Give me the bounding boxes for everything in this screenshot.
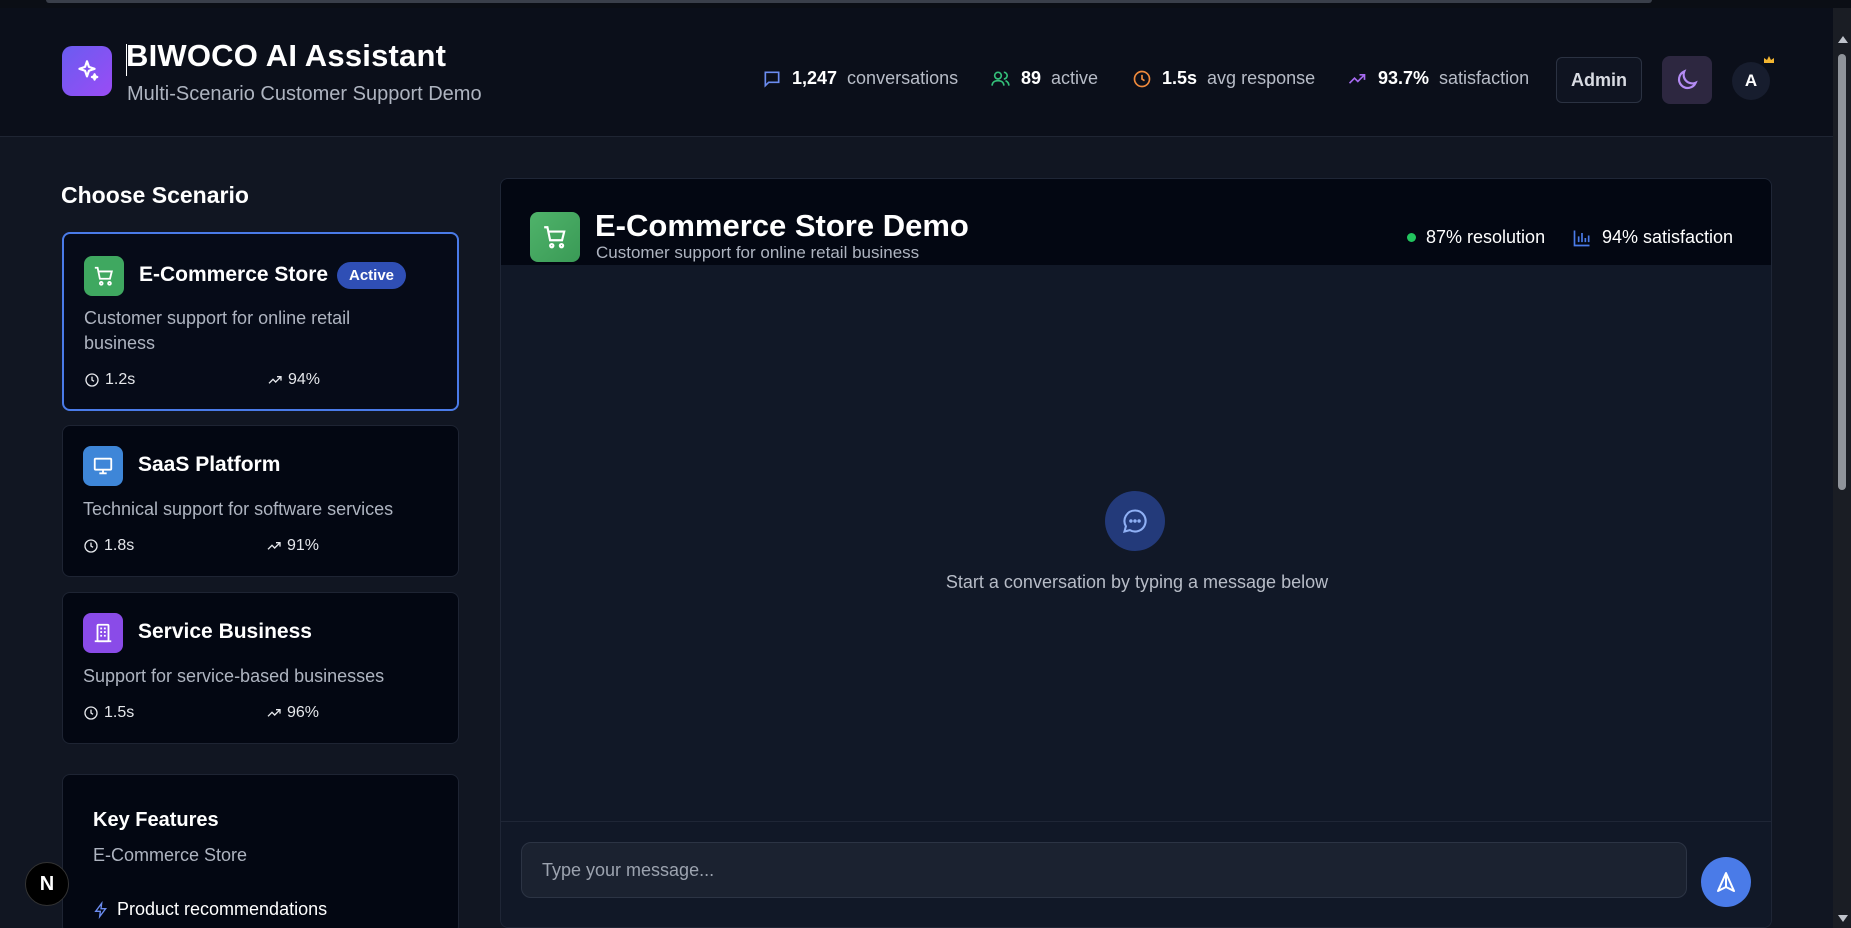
scenario-rate: 94% xyxy=(267,371,320,389)
clock-icon xyxy=(1133,70,1151,87)
scroll-up-arrow-icon[interactable] xyxy=(1838,36,1848,43)
message-icon xyxy=(764,71,780,88)
scroll-down-arrow-icon[interactable] xyxy=(1838,915,1848,922)
chat-subtitle: Customer support for online retail busin… xyxy=(596,243,920,262)
choose-scenario-title: Choose Scenario xyxy=(61,182,249,208)
scenario-time-value: 1.8s xyxy=(104,537,135,554)
nextjs-dev-badge[interactable]: N xyxy=(25,862,69,906)
scenario-description: Support for service-based businesses xyxy=(83,666,385,686)
send-icon xyxy=(1717,872,1735,892)
stat-value: 1.5s xyxy=(1162,68,1198,88)
stat-label: active xyxy=(1051,68,1099,88)
scenario-rate-value: 94% xyxy=(288,371,321,388)
chat-title: E-Commerce Store Demo xyxy=(595,208,969,243)
admin-button[interactable]: Admin xyxy=(1556,57,1642,103)
trending-up-icon xyxy=(267,709,281,717)
vertical-scrollbar[interactable] xyxy=(1833,8,1851,928)
satisfaction-stat: 94% satisfaction xyxy=(1572,227,1733,248)
stat-satisfaction: 93.7% satisfaction xyxy=(1346,68,1529,89)
scenario-time: 1.5s xyxy=(83,704,134,722)
clock-icon xyxy=(84,706,98,720)
scenario-description: Technical support for software services xyxy=(83,499,394,519)
scenario-time: 1.8s xyxy=(83,537,134,555)
users-icon xyxy=(991,71,1010,86)
bar-chart-icon xyxy=(1573,230,1590,246)
satisfaction-label: 94% satisfaction xyxy=(1602,227,1734,247)
resolution-stat: 87% resolution xyxy=(1407,227,1545,248)
key-features-subtitle: E-Commerce Store xyxy=(93,845,248,865)
stat-value: 89 xyxy=(1021,68,1042,88)
empty-state-text: Start a conversation by typing a message… xyxy=(945,572,1329,592)
browser-top-strip xyxy=(0,0,1851,8)
chat-bubble-icon xyxy=(1105,491,1165,551)
building-icon xyxy=(83,613,123,653)
trending-up-icon xyxy=(267,542,281,550)
clock-icon xyxy=(84,539,98,553)
feature-item-label: Product recommendations xyxy=(117,899,328,919)
scenario-name: E-Commerce Store xyxy=(139,263,329,286)
send-button[interactable] xyxy=(1701,857,1751,907)
crown-icon xyxy=(1764,56,1774,63)
monitor-icon xyxy=(83,446,123,486)
scenario-rate-value: 91% xyxy=(287,537,320,554)
scenario-time-value: 1.5s xyxy=(104,704,135,721)
stat-label: avg response xyxy=(1207,68,1316,88)
message-input[interactable] xyxy=(521,842,1687,898)
scenario-description: Customer support for online retail busin… xyxy=(84,308,351,353)
app-subtitle: Multi-Scenario Customer Support Demo xyxy=(127,83,482,105)
user-avatar[interactable]: A xyxy=(1732,62,1770,100)
trending-up-icon xyxy=(268,376,282,384)
scenario-card-service[interactable]: Service Business Support for service-bas… xyxy=(62,592,459,744)
scenario-rate-value: 96% xyxy=(287,704,320,721)
app-title: BIWOCO AI Assistant xyxy=(126,38,447,73)
key-features-title: Key Features xyxy=(93,809,219,831)
key-features-panel: Key Features E-Commerce Store Product re… xyxy=(62,774,459,928)
stat-label: conversations xyxy=(847,68,959,88)
chat-panel: E-Commerce Store Demo Customer support f… xyxy=(500,178,1772,928)
scrollbar-thumb[interactable] xyxy=(1838,54,1846,490)
scenario-time-value: 1.2s xyxy=(105,371,136,388)
stat-value: 1,247 xyxy=(792,68,838,88)
stat-active: 89 active xyxy=(990,68,1098,89)
chat-header: E-Commerce Store Demo Customer support f… xyxy=(501,179,1771,265)
scenario-card-ecommerce[interactable]: E-Commerce Store Active Customer support… xyxy=(62,232,459,411)
trending-up-icon xyxy=(1348,73,1366,84)
scenario-rate: 91% xyxy=(266,537,319,555)
scenario-time: 1.2s xyxy=(84,371,135,389)
scenario-name: Service Business xyxy=(138,620,312,643)
scenario-card-saas[interactable]: SaaS Platform Technical support for soft… xyxy=(62,425,459,577)
stat-value: 93.7% xyxy=(1378,68,1430,88)
cart-icon xyxy=(84,256,124,296)
stat-response: 1.5s avg response xyxy=(1132,68,1315,89)
cart-icon xyxy=(530,212,580,262)
zap-icon xyxy=(94,900,107,919)
theme-toggle-button[interactable] xyxy=(1662,56,1712,104)
message-composer xyxy=(501,821,1771,927)
stat-conversations: 1,247 conversations xyxy=(762,68,958,89)
app-header: BIWOCO AI Assistant Multi-Scenario Custo… xyxy=(0,8,1833,137)
stat-label: satisfaction xyxy=(1439,68,1530,88)
feature-item: Product recommendations xyxy=(93,899,327,920)
moon-icon xyxy=(1677,69,1698,90)
clock-icon xyxy=(85,373,99,387)
status-dot xyxy=(1407,233,1416,242)
scenario-rate: 96% xyxy=(266,704,319,722)
active-badge: Active xyxy=(337,262,407,289)
resolution-label: 87% resolution xyxy=(1426,227,1546,247)
sparkles-logo-icon xyxy=(62,46,112,96)
tab-bar-edge xyxy=(46,0,1652,3)
scenario-name: SaaS Platform xyxy=(138,453,281,476)
